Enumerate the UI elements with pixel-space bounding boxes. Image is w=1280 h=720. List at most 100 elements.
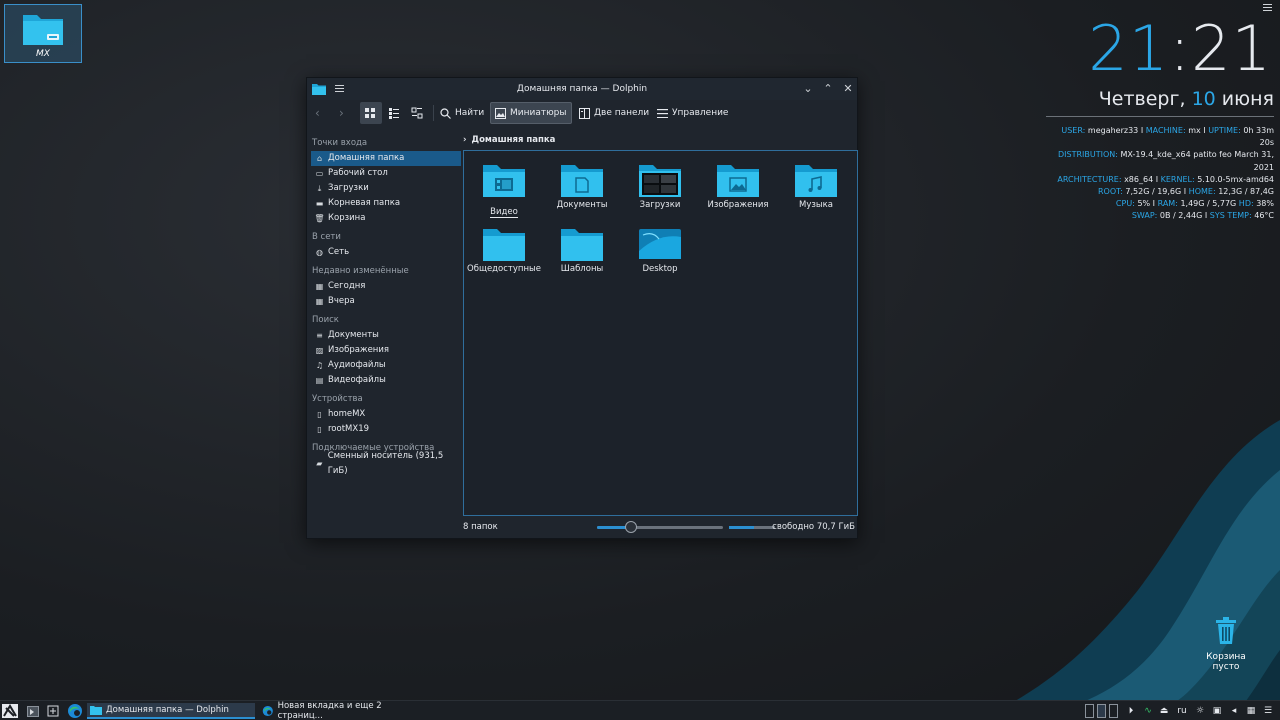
desktop-icon-label: MX (36, 49, 50, 59)
task-dolphin[interactable]: Домашняя папка — Dolphin (87, 703, 255, 719)
forward-icon: › (339, 106, 344, 120)
folder-item-label: Изображения (707, 200, 769, 210)
places-item[interactable]: ▯ homeMX (311, 407, 461, 422)
zoom-slider-handle[interactable] (625, 521, 638, 533)
places-item[interactable]: ◍ Сеть (311, 245, 461, 260)
places-item[interactable]: ▨ Изображения (311, 343, 461, 358)
icons-view-icon (365, 108, 375, 118)
breadcrumb-home[interactable]: Домашняя папка (472, 135, 556, 145)
places-item[interactable]: ≡ Документы (311, 328, 461, 343)
home-icon: ⌂ (316, 154, 323, 163)
find-label: Найти (455, 108, 485, 118)
places-item-label: Сеть (328, 247, 350, 257)
show-desktop-icon (27, 705, 39, 717)
places-item-label: Изображения (328, 345, 390, 355)
places-item[interactable]: ⤓ Загрузки (311, 181, 461, 196)
folder-item[interactable]: Desktop (621, 227, 699, 274)
conky-clock: 21:21 (1088, 18, 1272, 80)
free-space-fill (729, 526, 755, 529)
places-item[interactable]: ♫ Аудиофайлы (311, 358, 461, 373)
task-browser[interactable]: Новая вкладка и еще 2 страниц... (259, 701, 427, 720)
sysinfo-key: UPTIME: (1208, 126, 1244, 135)
browser-launcher[interactable] (64, 703, 86, 719)
volume-icon[interactable]: ◂ (1227, 703, 1241, 719)
app-grid-icon[interactable]: ▦ (1244, 703, 1258, 719)
folder-icon (90, 706, 102, 715)
folder-item-label: Desktop (642, 264, 678, 274)
mx-menu-button[interactable] (2, 704, 18, 718)
window-titlebar[interactable]: Домашняя папка — Dolphin ⌄ ⌃ ✕ (307, 78, 857, 100)
places-item[interactable]: ▤ Видеофайлы (311, 373, 461, 388)
find-button[interactable]: Найти (436, 102, 488, 124)
icons-view-button[interactable] (360, 102, 382, 124)
folder-icon (717, 165, 759, 197)
folder-item[interactable]: Видео (465, 163, 543, 218)
conky-system-info: USER: megaherz33 I MACHINE: mx I UPTIME:… (1046, 116, 1274, 223)
sysinfo-value: 0B / 2,44G (1159, 211, 1205, 221)
close-button[interactable]: ✕ (841, 82, 855, 96)
image-icon: ▨ (315, 346, 324, 355)
places-item[interactable]: ▦ Сегодня (311, 279, 461, 294)
places-item-label: Домашняя папка (328, 153, 405, 163)
breadcrumb[interactable]: › Домашняя папка (463, 132, 555, 148)
hamburger-menu-icon (657, 108, 668, 118)
pager-desktop-3[interactable] (1108, 704, 1118, 718)
file-view[interactable]: Видео Документы Загрузки Изображения Музыка О… (463, 150, 858, 516)
split-label: Две панели (594, 108, 650, 118)
folder-item[interactable]: Общедоступные (465, 227, 543, 274)
folder-item[interactable]: Изображения (699, 163, 777, 210)
sysinfo-key: ROOT: (1098, 187, 1126, 197)
tray-menu-icon[interactable]: ☰ (1261, 703, 1275, 719)
zoom-slider[interactable] (597, 521, 723, 533)
keyboard-layout[interactable]: ru (1174, 703, 1190, 719)
previews-label: Миниатюры (510, 108, 567, 118)
usb-icon[interactable]: ⏏ (1158, 703, 1170, 719)
folder-item[interactable]: Музыка (777, 163, 855, 210)
minimize-button[interactable]: ⌄ (801, 82, 815, 96)
folder-item[interactable]: Шаблоны (543, 227, 621, 274)
places-item-label: Документы (328, 330, 379, 340)
desktop-icon-trash[interactable]: Корзина пусто (1200, 616, 1252, 672)
details-view-button[interactable] (407, 102, 429, 124)
places-item[interactable]: ▭ Рабочий стол (311, 166, 461, 181)
pager-desktop-1[interactable] (1084, 704, 1094, 718)
screenshot-button[interactable] (44, 703, 62, 719)
search-icon (440, 107, 451, 119)
forward-button[interactable]: › (335, 102, 348, 124)
folder-item[interactable]: Загрузки (621, 163, 699, 210)
places-item[interactable]: ▰ Сменный носитель (931,5 ГиБ) (311, 451, 461, 476)
show-desktop-button[interactable] (24, 703, 42, 719)
sysinfo-key: HD: (1238, 199, 1257, 209)
status-bar: 8 папок свободно 70,7 ГиБ (463, 520, 855, 534)
sysinfo-key: KERNEL: (1160, 174, 1198, 184)
sysinfo-value: 5.10.0-5mx-amd64 (1197, 174, 1274, 184)
control-menu-button[interactable]: Управление (653, 102, 732, 124)
places-item[interactable]: 🗑 Корзина (311, 211, 461, 226)
places-item[interactable]: ▦ Вчера (311, 294, 461, 309)
back-button[interactable]: ‹ (311, 102, 324, 124)
folder-item[interactable]: Документы (543, 163, 621, 210)
network-icon[interactable]: ▣ (1210, 703, 1224, 719)
places-item[interactable]: ▬ Корневая папка (311, 196, 461, 211)
media-player-icon[interactable]: ⏵ (1124, 703, 1138, 719)
compact-view-button[interactable] (384, 102, 406, 124)
folder-icon (561, 165, 603, 197)
folder-item-label: Музыка (799, 200, 833, 210)
previews-button[interactable]: Миниатюры (490, 102, 572, 124)
maximize-button[interactable]: ⌃ (821, 82, 835, 96)
pager[interactable] (1083, 703, 1119, 719)
pager-desktop-2[interactable] (1096, 704, 1106, 718)
mx-logo-icon (3, 704, 17, 717)
system-monitor-icon[interactable]: ∿ (1141, 703, 1155, 719)
dolphin-window[interactable]: Домашняя папка — Dolphin ⌄ ⌃ ✕ ‹ › Найти… (306, 77, 858, 539)
taskbar: Домашняя папка — Dolphin Новая вкладка и… (0, 700, 1280, 720)
places-item[interactable]: ⌂ Домашняя папка (311, 151, 461, 166)
wallpaper-waves (980, 420, 1280, 720)
clock-hours: 21 (1088, 12, 1170, 85)
desktop-icon-mx[interactable]: MX (4, 4, 82, 63)
lightbulb-icon[interactable]: ☼ (1193, 703, 1207, 719)
desktop-menu-icon[interactable] (1263, 4, 1272, 12)
sysinfo-value: MX-19.4_kde_x64 patito feo March 31, 202… (1120, 150, 1274, 172)
places-item[interactable]: ▯ rootMX19 (311, 422, 461, 437)
split-button[interactable]: Две панели (575, 102, 653, 124)
